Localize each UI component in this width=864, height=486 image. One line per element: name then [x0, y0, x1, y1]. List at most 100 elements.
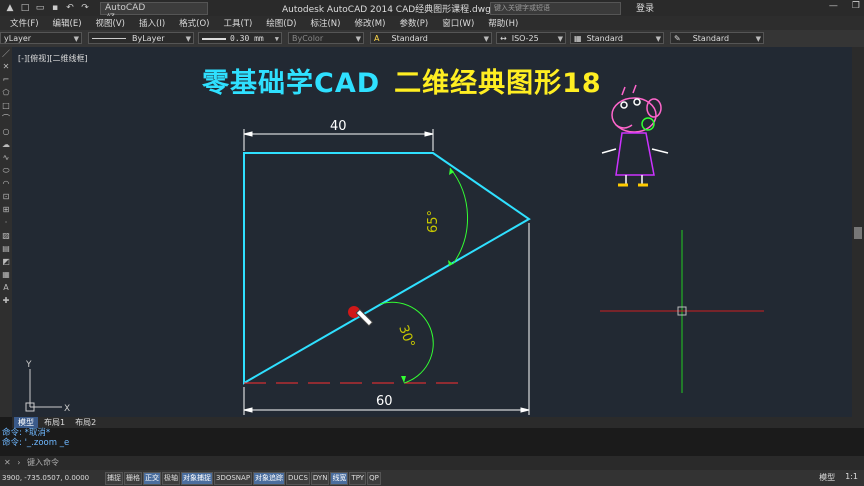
redo-icon[interactable]: ↷ [79, 3, 91, 14]
lineweight-value: 0.30 mm [230, 34, 264, 43]
linetype-swatch [92, 38, 126, 39]
toggle-tpy[interactable]: TPY [349, 471, 367, 485]
menu-parametric[interactable]: 参数(P) [399, 17, 428, 29]
quick-access-toolbar: ▲ □ ▭ ▪ ↶ ↷ AutoCAD 经典 [0, 1, 208, 35]
ellipse-arc-icon[interactable]: ◠ [0, 177, 12, 190]
rectangle-icon[interactable]: □ [0, 99, 12, 112]
toggle-grid[interactable]: 栅格 [124, 471, 142, 485]
line-tool-icon[interactable]: ／ [0, 47, 12, 60]
multileader-icon: ✎ [674, 34, 681, 43]
add-selected-icon[interactable]: ✚ [0, 294, 12, 307]
toggle-qp[interactable]: QP [367, 471, 381, 485]
menu-edit[interactable]: 编辑(E) [53, 17, 82, 29]
menu-file[interactable]: 文件(F) [10, 17, 39, 29]
menu-dimension[interactable]: 标注(N) [310, 17, 340, 29]
color-value: ByColor [292, 34, 324, 43]
text-style-icon: A [374, 34, 380, 43]
toggle-otrack[interactable]: 对象追踪 [253, 471, 286, 485]
tab-layout2[interactable]: 布局2 [71, 417, 100, 428]
command-history-line: 命令: *取消* [2, 428, 51, 438]
dim-style-value: ISO-25 [511, 34, 539, 43]
command-icon: › [17, 458, 21, 467]
menu-modify[interactable]: 修改(M) [354, 17, 385, 29]
command-input[interactable]: ✕ › 键入命令 [0, 456, 864, 470]
toggle-ortho[interactable]: 正交 [143, 471, 161, 485]
polygon-icon[interactable]: ⬠ [0, 86, 12, 99]
minimize-icon[interactable]: — [829, 1, 838, 11]
app-menu-icon[interactable]: ▲ [4, 3, 16, 14]
hatch-icon[interactable]: ▨ [0, 229, 12, 242]
angle-text-65: 65° [426, 210, 441, 233]
menu-format[interactable]: 格式(O) [179, 17, 209, 29]
region-icon[interactable]: ◩ [0, 255, 12, 268]
multileader-style-value: Standard [692, 34, 730, 43]
window-title: Autodesk AutoCAD 2014 CAD经典图形课程.dwg [282, 5, 491, 15]
table-icon[interactable]: ▦ [0, 268, 12, 281]
command-history-line: 命令: '_.zoom _e [2, 438, 70, 448]
gradient-icon[interactable]: ▤ [0, 242, 12, 255]
menu-window[interactable]: 窗口(W) [442, 17, 474, 29]
toggle-3dosnap[interactable]: 3DOSNAP [214, 471, 253, 485]
tab-layout1[interactable]: 布局1 [40, 417, 69, 428]
draw-toolbar: ／ ✕ ⌐ ⬠ □ ⌒ ○ ☁ ∿ ⬭ ◠ ⊡ ⊞ · ▨ ▤ ◩ ▦ A ✚ [0, 47, 12, 417]
new-file-icon[interactable]: □ [19, 3, 31, 14]
angle-arrows-65 [448, 168, 454, 266]
toggle-osnap[interactable]: 对象捕捉 [181, 471, 213, 485]
arc-icon[interactable]: ⌒ [0, 112, 12, 125]
linetype-dropdown[interactable]: ByLayer ▼ [88, 32, 194, 44]
annotation-scale[interactable]: 1:1 [845, 472, 858, 483]
open-file-icon[interactable]: ▭ [34, 3, 46, 14]
properties-toolbar: yLayer ▼ ByLayer ▼ 0.30 mm ▼ ByColor ▼ A Stan… [0, 30, 864, 48]
toggle-lineweight[interactable]: 线宽 [330, 471, 349, 485]
angle-arc-65[interactable] [449, 167, 469, 265]
dim-style-dropdown[interactable]: ↔ ISO-25 ▼ [496, 32, 566, 44]
text-style-dropdown[interactable]: A Standard ▼ [370, 32, 492, 44]
construction-line-icon[interactable]: ✕ [0, 60, 12, 73]
make-block-icon[interactable]: ⊞ [0, 203, 12, 216]
scrollbar-thumb[interactable] [854, 227, 862, 239]
circle-icon[interactable]: ○ [0, 125, 12, 138]
toggle-snap[interactable]: 捕捉 [105, 471, 123, 485]
login-button[interactable]: 登录 [636, 1, 654, 14]
workspace-label: AutoCAD 经典 [105, 2, 146, 35]
close-icon[interactable]: ✕ [4, 458, 11, 467]
restore-icon[interactable]: ❐ [852, 1, 860, 11]
chevron-down-icon: ▼ [755, 35, 761, 43]
save-icon[interactable]: ▪ [49, 3, 61, 14]
insert-block-icon[interactable]: ⊡ [0, 190, 12, 203]
workspace-select[interactable]: AutoCAD 经典 [100, 1, 208, 35]
polyline-icon[interactable]: ⌐ [0, 73, 12, 86]
color-dropdown[interactable]: ByColor ▼ [288, 32, 364, 44]
vertical-scrollbar[interactable] [852, 47, 864, 417]
lineweight-dropdown[interactable]: 0.30 mm ▼ [198, 32, 282, 44]
layer-dropdown[interactable]: yLayer ▼ [0, 32, 82, 44]
title-bar: ▲ □ ▭ ▪ ↶ ↷ AutoCAD 经典 Autodesk AutoCAD … [0, 0, 864, 35]
search-input[interactable]: 键入关键字或短语 [490, 2, 621, 15]
toggle-ducs[interactable]: DUCS [286, 471, 310, 485]
revision-cloud-icon[interactable]: ☁ [0, 138, 12, 151]
menu-help[interactable]: 帮助(H) [488, 17, 518, 29]
toggle-dyn[interactable]: DYN [310, 471, 330, 485]
table-style-icon: ▦ [574, 34, 582, 43]
multileader-style-dropdown[interactable]: ✎ Standard ▼ [670, 32, 764, 44]
ellipse-icon[interactable]: ⬭ [0, 164, 12, 177]
undo-icon[interactable]: ↶ [64, 3, 76, 14]
drawing-svg: 40 60 65° 30° Y X [25, 84, 764, 415]
tab-model[interactable]: 模型 [14, 417, 38, 428]
model-space-button[interactable]: 模型 [819, 472, 835, 483]
table-style-dropdown[interactable]: ▦ Standard ▼ [570, 32, 664, 44]
toggle-polar[interactable]: 极轴 [162, 471, 180, 485]
status-bar: 3900, -735.0507, 0.0000 捕捉 栅格 正交 极轴 对象捕捉… [0, 470, 864, 486]
multiline-text-icon[interactable]: A [0, 281, 12, 294]
menu-tools[interactable]: 工具(T) [223, 17, 252, 29]
menu-view[interactable]: 视图(V) [96, 17, 125, 29]
layout-tabs: 模型 布局1 布局2 [12, 417, 864, 428]
dimension-60[interactable] [243, 223, 530, 415]
coordinate-readout[interactable]: 3900, -735.0507, 0.0000 [0, 474, 104, 482]
drawing-canvas[interactable]: [-][俯视][二维线框] 零基础学CAD二维经典图形18 40 60 65° [12, 47, 852, 417]
spline-icon[interactable]: ∿ [0, 151, 12, 164]
menu-draw[interactable]: 绘图(D) [266, 17, 296, 29]
point-icon[interactable]: · [0, 216, 12, 229]
menu-insert[interactable]: 插入(I) [139, 17, 165, 29]
shape-outline[interactable] [243, 152, 531, 385]
